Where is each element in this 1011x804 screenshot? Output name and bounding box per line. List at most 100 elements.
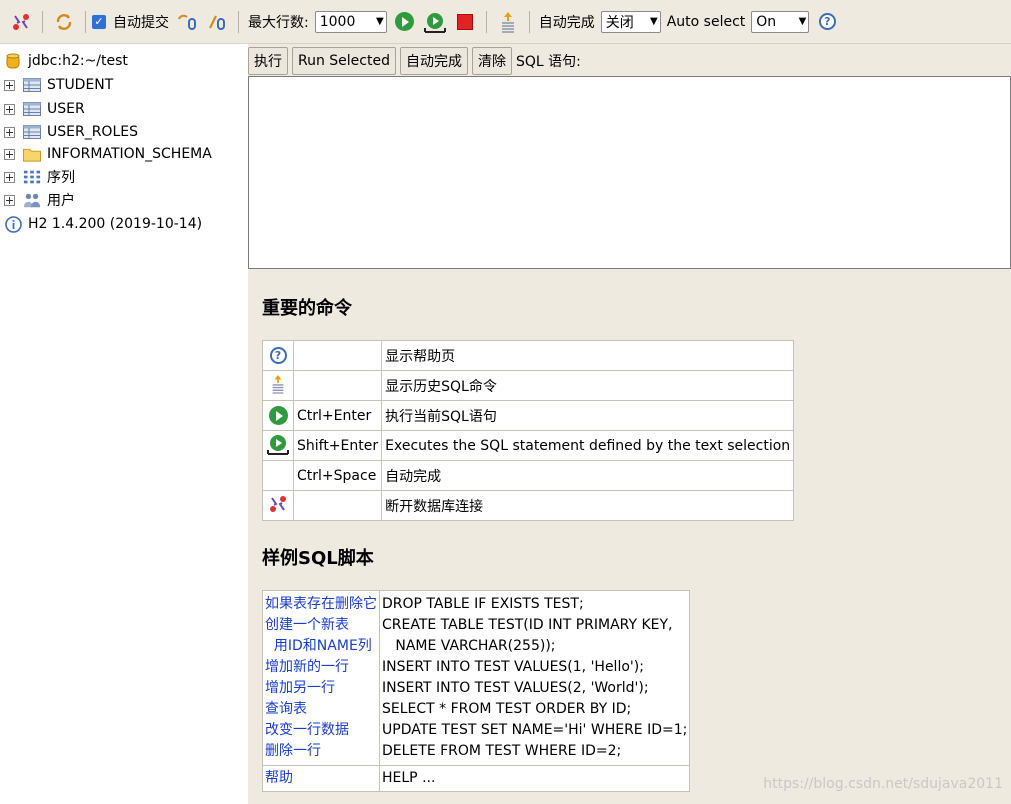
expand-icon[interactable] xyxy=(4,194,15,206)
info-icon xyxy=(4,215,22,233)
version-label: H2 1.4.200 (2019-10-14) xyxy=(28,216,203,232)
run-selected-icon xyxy=(267,434,289,455)
max-rows-select[interactable]: 1000 ▼ xyxy=(314,10,387,33)
sample-link-create[interactable]: 创建一个新表 xyxy=(265,615,377,636)
users-icon xyxy=(23,192,41,208)
run-selected-icon[interactable] xyxy=(423,10,447,34)
max-rows-label: 最大行数: xyxy=(248,14,309,31)
max-rows-value: 1000 xyxy=(319,13,356,30)
table-row: 帮助 HELP ... xyxy=(262,765,691,792)
sample-script-title: 样例SQL脚本 xyxy=(262,548,374,569)
sample-link-select[interactable]: 查询表 xyxy=(265,699,377,720)
description-cell: Executes the SQL statement defined by th… xyxy=(381,430,795,461)
disconnect-icon-cell xyxy=(262,490,294,521)
tree-item-label: 用户 xyxy=(47,193,75,209)
database-icon xyxy=(4,53,22,69)
table-icon xyxy=(23,101,41,117)
tree-item-user[interactable]: USER xyxy=(4,98,85,120)
execute-button[interactable]: 执行 xyxy=(248,47,288,75)
connection-label: jdbc:h2:~/test xyxy=(28,53,128,69)
tree-item-sequences[interactable]: 序列 xyxy=(4,166,75,188)
table-row: 显示历史SQL命令 xyxy=(262,370,795,401)
description-cell: 显示历史SQL命令 xyxy=(381,370,795,401)
sample-link-insert-2[interactable]: 增加另一行 xyxy=(265,678,377,699)
sample-script-table: 如果表存在删除它 创建一个新表 用ID和NAME列 增加新的一行 增加另一行 查… xyxy=(262,590,691,792)
chevron-down-icon: ▼ xyxy=(798,16,807,27)
disconnect-icon xyxy=(270,495,286,512)
tree-item-student[interactable]: STUDENT xyxy=(4,74,113,96)
expand-icon[interactable] xyxy=(4,79,15,91)
sample-link-update[interactable]: 改变一行数据 xyxy=(265,720,377,741)
toolbar-separator xyxy=(485,10,487,33)
table-row: 断开数据库连接 xyxy=(262,490,795,521)
table-row: Ctrl+Space 自动完成 xyxy=(262,460,795,491)
sample-links-cell: 如果表存在删除它 创建一个新表 用ID和NAME列 增加新的一行 增加另一行 查… xyxy=(262,590,380,766)
rollback-icon[interactable] xyxy=(175,10,199,34)
sample-code-cell: DROP TABLE IF EXISTS TEST; CREATE TABLE … xyxy=(378,590,691,766)
tree-item-label: STUDENT xyxy=(47,77,114,93)
toolbar-separator xyxy=(238,10,239,33)
refresh-icon[interactable] xyxy=(52,10,76,34)
run-icon[interactable] xyxy=(393,10,417,34)
important-commands-table: ? 显示帮助页 显示历史SQL命令 Ctrl+Enter 执行当前SQL语句 S… xyxy=(262,340,795,521)
tree-item-user-roles[interactable]: USER_ROLES xyxy=(4,121,138,143)
table-row: ? 显示帮助页 xyxy=(262,340,795,371)
expand-icon[interactable] xyxy=(4,171,15,183)
table-icon xyxy=(23,77,41,93)
tree-item-users[interactable]: 用户 xyxy=(4,189,75,211)
sample-link-help[interactable]: 帮助 xyxy=(265,768,377,789)
help-icon[interactable]: ? xyxy=(815,10,839,34)
description-cell: 自动完成 xyxy=(381,460,795,491)
important-commands-title: 重要的命令 xyxy=(262,298,352,319)
tree-item-label: USER_ROLES xyxy=(47,124,138,140)
tree-version: H2 1.4.200 (2019-10-14) xyxy=(4,213,202,235)
tree-item-label: 序列 xyxy=(47,170,75,186)
shortcut-cell xyxy=(292,370,383,401)
sample-code-line: DELETE FROM TEST WHERE ID=2; xyxy=(382,743,622,759)
disconnect-icon[interactable] xyxy=(9,10,33,34)
expand-icon[interactable] xyxy=(4,103,15,115)
clear-button[interactable]: 清除 xyxy=(471,47,512,75)
sample-code-line: NAME VARCHAR(255)); xyxy=(382,638,556,654)
stop-icon[interactable] xyxy=(453,10,477,34)
expand-icon[interactable] xyxy=(4,148,15,160)
sample-link-create-cols[interactable]: 用ID和NAME列 xyxy=(265,636,377,657)
sql-statement-label: SQL 语句: xyxy=(515,54,581,70)
shortcut-cell xyxy=(292,490,383,521)
description-cell: 断开数据库连接 xyxy=(381,490,795,521)
autocomplete-value: 关闭 xyxy=(605,14,634,31)
sample-link-insert-1[interactable]: 增加新的一行 xyxy=(265,657,377,678)
toolbar-separator xyxy=(85,10,86,33)
autoselect-select[interactable]: On ▼ xyxy=(751,10,810,33)
autocomplete-select[interactable]: 关闭 ▼ xyxy=(600,10,661,33)
query-pane: 执行 Run Selected 自动完成 清除 SQL 语句: 重要的命令 ? … xyxy=(248,44,1011,804)
sql-editor[interactable] xyxy=(248,76,1011,269)
tree-connection[interactable]: jdbc:h2:~/test xyxy=(4,50,128,72)
sample-code-line: UPDATE TEST SET NAME='Hi' WHERE ID=1; xyxy=(382,722,688,738)
history-icon xyxy=(272,374,284,394)
expand-icon[interactable] xyxy=(4,126,15,138)
query-button-bar: 执行 Run Selected 自动完成 清除 SQL 语句: xyxy=(248,46,581,76)
shortcut-cell xyxy=(292,340,383,371)
tree-item-information-schema[interactable]: INFORMATION_SCHEMA xyxy=(4,143,212,165)
autoselect-value: On xyxy=(756,13,777,30)
run-selected-button[interactable]: Run Selected xyxy=(292,47,396,75)
sample-link-drop[interactable]: 如果表存在删除它 xyxy=(265,594,377,615)
history-icon[interactable] xyxy=(496,10,520,34)
watermark: https://blog.csdn.net/sdujava2011 xyxy=(763,776,1003,792)
sample-code-line: INSERT INTO TEST VALUES(2, 'World'); xyxy=(382,680,649,696)
chevron-down-icon: ▼ xyxy=(650,16,658,27)
sample-link-delete[interactable]: 删除一行 xyxy=(265,741,377,762)
toolbar: ✓ 自动提交 最大行数: 1000 ▼ 自动完成 关闭 ▼ Auto selec… xyxy=(0,0,1011,44)
chevron-down-icon: ▼ xyxy=(376,16,384,27)
run-selected-icon-cell xyxy=(262,430,294,461)
sample-code-line: DROP TABLE IF EXISTS TEST; xyxy=(382,596,584,612)
commit-icon[interactable] xyxy=(205,10,229,34)
description-cell: 显示帮助页 xyxy=(381,340,795,371)
shortcut-cell: Ctrl+Enter xyxy=(292,400,383,431)
autocomplete-label: 自动完成 xyxy=(538,14,595,31)
toolbar-separator xyxy=(42,10,43,33)
sample-help-code-cell: HELP ... xyxy=(378,765,691,792)
autocommit-checkbox[interactable]: ✓ xyxy=(92,14,106,29)
autocomplete-button[interactable]: 自动完成 xyxy=(399,47,468,75)
